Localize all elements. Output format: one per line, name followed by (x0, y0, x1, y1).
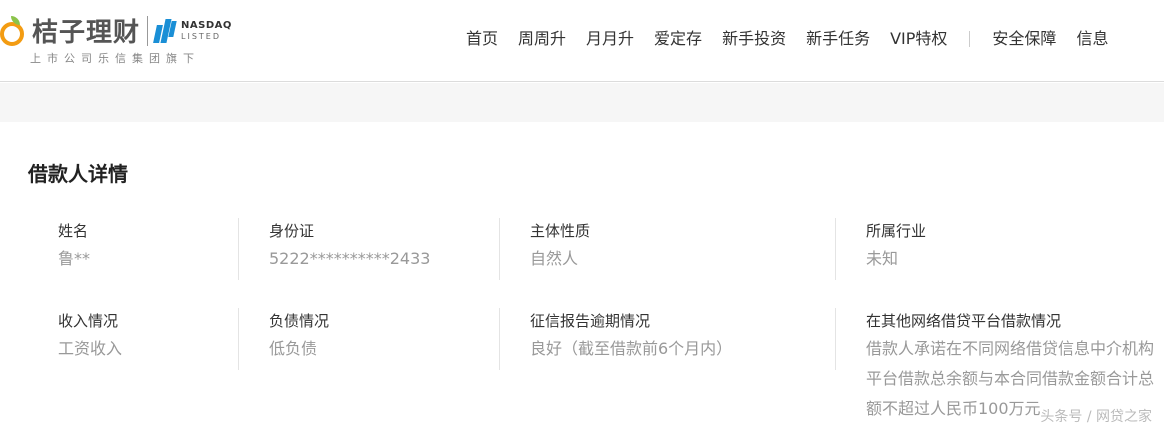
nasdaq-line2: LISTED (181, 31, 222, 41)
nav-home[interactable]: 首页 (466, 26, 498, 52)
detail-label: 收入情况 (58, 312, 119, 330)
section-title: 借款人详情 (28, 162, 128, 186)
banner-strip (0, 83, 1164, 122)
detail-value: 自然人 (530, 249, 579, 268)
logo-tagline: 上市公司乐信集团旗下 (30, 52, 200, 65)
detail-value: 工资收入 (58, 339, 123, 358)
detail-value: 鲁** (58, 249, 91, 268)
nav-new-tasks[interactable]: 新手任务 (806, 26, 870, 52)
orange-logo-icon (0, 15, 28, 46)
nav-monthly[interactable]: 月月升 (586, 26, 634, 52)
detail-entity-type: 主体性质 自然人 (530, 218, 590, 274)
nav-info[interactable]: 信息 (1076, 26, 1108, 52)
column-divider (835, 218, 836, 280)
top-header: 桔子理财 NASDAQ LISTED 上市公司乐信集团旗下 首页 周周升 月月升… (0, 0, 1164, 82)
detail-value: 良好（截至借款前6个月内） (530, 339, 733, 358)
nav-security[interactable]: 安全保障 (992, 26, 1056, 52)
nasdaq-icon (153, 18, 177, 43)
nasdaq-line1: NASDAQ (181, 19, 232, 31)
watermark: 头条号 / 网贷之家 (1040, 409, 1152, 425)
detail-label: 在其他网络借贷平台借款情况 (866, 312, 1062, 330)
detail-credit-report: 征信报告逾期情况 良好（截至借款前6个月内） (530, 308, 732, 364)
detail-label: 征信报告逾期情况 (530, 312, 651, 330)
column-divider (238, 218, 239, 280)
column-divider (499, 308, 500, 370)
detail-label: 身份证 (269, 222, 315, 240)
detail-label: 负债情况 (269, 312, 330, 330)
nav-fixed-deposit[interactable]: 爱定存 (654, 26, 702, 52)
detail-value: 低负债 (269, 339, 318, 358)
logo-divider (147, 15, 149, 46)
nasdaq-badge: NASDAQ LISTED (181, 20, 232, 42)
detail-debt: 负债情况 低负债 (269, 308, 329, 364)
nav-divider (969, 31, 971, 47)
main-nav: 首页 周周升 月月升 爱定存 新手投资 新手任务 VIP特权 安全保障 信息 (456, 26, 1118, 52)
borrower-details-grid: 姓名 鲁** 身份证 5222**********2433 主体性质 自然人 所… (0, 214, 1164, 430)
site-logo[interactable]: 桔子理财 NASDAQ LISTED 上市公司乐信集团旗下 (0, 8, 240, 68)
column-divider (835, 308, 836, 370)
detail-industry: 所属行业 未知 (866, 218, 926, 274)
brand-name: 桔子理财 (32, 18, 141, 48)
detail-name: 姓名 鲁** (58, 218, 90, 274)
nav-weekly[interactable]: 周周升 (518, 26, 566, 52)
column-divider (499, 218, 500, 280)
detail-income: 收入情况 工资收入 (58, 308, 122, 364)
nav-vip[interactable]: VIP特权 (890, 26, 947, 52)
detail-value: 5222**********2433 (269, 249, 431, 268)
detail-id-card: 身份证 5222**********2433 (269, 218, 430, 274)
nav-new-investor[interactable]: 新手投资 (722, 26, 786, 52)
column-divider (238, 308, 239, 370)
detail-value: 未知 (866, 249, 899, 268)
detail-label: 所属行业 (866, 222, 927, 240)
detail-label: 主体性质 (530, 222, 591, 240)
detail-label: 姓名 (58, 222, 89, 240)
